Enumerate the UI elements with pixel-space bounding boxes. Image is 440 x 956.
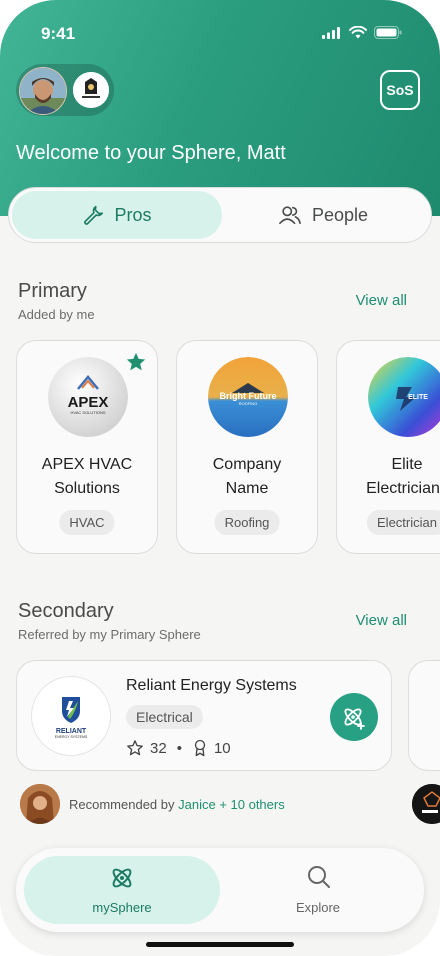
- elite-logo-text: ELITE: [408, 394, 428, 401]
- primary-title: Primary: [18, 280, 87, 302]
- wifi-icon: [349, 26, 367, 39]
- battery-icon: [374, 26, 402, 39]
- org-avatar: [73, 72, 109, 108]
- favorite-star-icon[interactable]: [125, 351, 147, 373]
- pro-card-tag: Roofing: [214, 510, 280, 535]
- tab-pros[interactable]: Pros: [12, 191, 222, 239]
- bright-future-logo-text: Bright Future: [220, 391, 277, 401]
- status-bar: 9:41: [0, 24, 440, 44]
- secondary-title: Secondary: [18, 600, 114, 622]
- welcome-title: Welcome to your Sphere, Matt: [16, 142, 286, 164]
- recommended-prefix: Recommended by: [69, 796, 175, 812]
- apex-logo: APEX HVAC SOLUTIONS: [48, 357, 128, 437]
- tab-explore[interactable]: Explore: [220, 856, 416, 924]
- atom-add-icon: [344, 708, 365, 730]
- dot-separator: •: [176, 739, 182, 757]
- home-indicator: [146, 942, 294, 947]
- tab-pros-label: Pros: [114, 204, 152, 225]
- award-icon: [194, 739, 206, 757]
- status-time: 9:41: [41, 24, 76, 43]
- primary-subtitle: Added by me: [18, 307, 95, 322]
- elite-logo: ELITE: [368, 357, 440, 437]
- tab-people[interactable]: People: [218, 191, 428, 239]
- tab-my-sphere-label: mySphere: [92, 900, 152, 915]
- secondary-view-all[interactable]: View all: [356, 612, 407, 629]
- bottom-tab-bar: mySphere Explore: [16, 848, 424, 932]
- search-icon: [308, 866, 330, 888]
- apex-logo-sub: HVAC SOLUTIONS: [70, 410, 105, 415]
- people-icon: [279, 206, 301, 225]
- apex-logo-text: APEX: [68, 394, 109, 411]
- user-avatar: [19, 67, 67, 115]
- reliant-logo-sub: ENERGY SYSTEMS: [55, 735, 88, 739]
- phone-screen: 9:41 SoS Welcome to your Sphere, Matt Pr…: [0, 0, 440, 956]
- star-count: 32: [150, 739, 167, 757]
- secondary-subtitle: Referred by my Primary Sphere: [18, 627, 201, 642]
- pro-card-name: Elite Electricians: [366, 456, 440, 497]
- award-count: 10: [213, 739, 231, 757]
- sos-button[interactable]: SoS: [380, 70, 420, 110]
- wrench-icon: [84, 205, 104, 225]
- referred-pro-stats: 32 • 10: [126, 739, 231, 757]
- pro-card-elite[interactable]: ELITE Elite Electricians Electrician: [336, 340, 440, 554]
- account-switcher[interactable]: [16, 64, 114, 116]
- tab-people-label: People: [311, 204, 369, 225]
- primary-view-all[interactable]: View all: [356, 292, 407, 309]
- referred-pro-card[interactable]: RELIANT ENERGY SYSTEMS Reliant Energy Sy…: [16, 660, 392, 771]
- add-to-sphere-button[interactable]: [330, 693, 378, 741]
- recommended-row: Recommended by Janice + 10 others: [20, 784, 285, 824]
- pro-card-name: APEX HVAC Solutions: [41, 456, 133, 497]
- referred-pro-tag: Electrical: [126, 705, 203, 729]
- second-recommender-avatar: [412, 784, 440, 824]
- signal-icon: [322, 26, 340, 39]
- tab-explore-label: Explore: [295, 900, 341, 915]
- reliant-logo-text: RELIANT: [56, 728, 87, 735]
- recommender-avatar: [20, 784, 60, 824]
- next-referred-card[interactable]: [408, 660, 440, 771]
- reliant-logo: RELIANT ENERGY SYSTEMS: [31, 676, 111, 756]
- atom-icon: [112, 868, 132, 888]
- recommended-names[interactable]: Janice + 10 others: [178, 797, 285, 812]
- pro-card-apex[interactable]: APEX HVAC SOLUTIONS APEX HVAC Solutions …: [16, 340, 158, 554]
- pro-card-tag: HVAC: [59, 510, 115, 535]
- pro-card-name: Company Name: [212, 456, 282, 497]
- star-outline-icon: [127, 740, 143, 756]
- bright-future-logo: Bright Future ROOFING: [208, 357, 288, 437]
- bright-future-logo-sub: ROOFING: [239, 401, 258, 406]
- pro-card-company[interactable]: Bright Future ROOFING Company Name Roofi…: [176, 340, 318, 554]
- segmented-control: Pros People: [8, 187, 432, 243]
- tab-my-sphere[interactable]: mySphere: [24, 856, 220, 924]
- pro-card-tag: Electrician: [367, 510, 440, 535]
- referred-pro-name: Reliant Energy Systems: [126, 677, 297, 694]
